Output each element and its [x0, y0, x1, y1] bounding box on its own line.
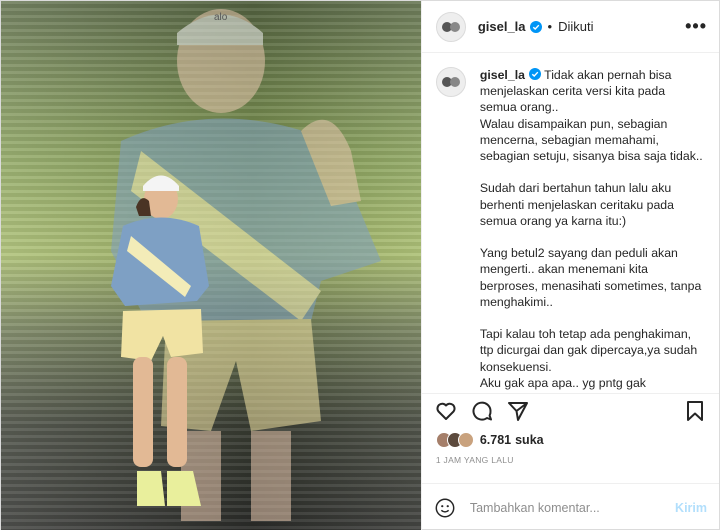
comment-bar: Kirim [421, 483, 719, 530]
bookmark-icon[interactable] [683, 399, 707, 423]
avatar-icon [441, 77, 460, 87]
liker-avatars [435, 432, 474, 448]
follow-status-button[interactable]: Diikuti [558, 19, 593, 34]
liker-avatar [457, 432, 474, 448]
caption-username[interactable]: gisel_la [480, 68, 525, 82]
emoji-icon[interactable] [434, 497, 456, 519]
share-icon[interactable] [506, 399, 530, 423]
heart-icon[interactable] [434, 399, 458, 423]
likes-count: 6.781 [479, 433, 512, 447]
header-separator: • [547, 19, 553, 34]
post-photo[interactable]: alo [1, 1, 421, 530]
caption-text: Tidak akan pernah bisa menjelaskan cerit… [479, 68, 703, 390]
caption-avatar[interactable] [435, 67, 466, 97]
verified-icon [529, 20, 542, 33]
avatar[interactable] [435, 11, 466, 42]
post-header: gisel_la • Diikuti ••• [421, 1, 719, 53]
comment-input[interactable] [469, 500, 676, 515]
instagram-post: alo gisel_la • Diikuti ••• gisel_la Tida… [0, 0, 720, 530]
caption-area: gisel_la Tidak akan pernah bisa menjelas… [422, 53, 719, 393]
likes-label: suka [515, 433, 544, 447]
post-comment-button[interactable]: Kirim [675, 501, 707, 515]
more-options-icon[interactable]: ••• [685, 16, 707, 37]
caption-text-block: gisel_la Tidak akan pernah bisa menjelas… [480, 67, 705, 393]
avatar-icon [441, 21, 460, 32]
cap-logo: alo [214, 12, 228, 23]
comment-icon[interactable] [470, 399, 494, 423]
header-username[interactable]: gisel_la [478, 19, 526, 34]
verified-icon [528, 68, 541, 80]
action-bar [421, 393, 719, 427]
likes-row[interactable]: 6.781 suka [422, 427, 719, 449]
post-side-panel: gisel_la • Diikuti ••• gisel_la Tidak ak… [420, 1, 719, 530]
post-timestamp[interactable]: 1 JAM YANG LALU [422, 449, 719, 477]
runner-illustration: alo [111, 9, 381, 521]
